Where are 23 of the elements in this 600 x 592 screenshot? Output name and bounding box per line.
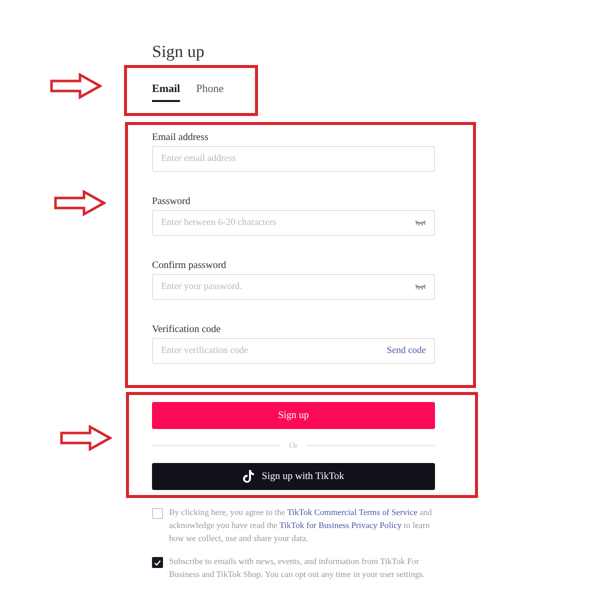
field-label: Password: [152, 196, 190, 207]
policy-link[interactable]: TikTok Commercial Terms of Service: [287, 507, 418, 517]
eye-closed-icon[interactable]: [415, 220, 426, 226]
divider-label: Or: [289, 440, 298, 450]
tab[interactable]: Phone: [196, 82, 224, 102]
arrow-icon: [50, 73, 102, 99]
consent-text: By clicking here, you agree to the TikTok Commercial Terms of Service and acknowledge you have read the TikTok for Business Privacy Policy to learn how we collect, use and share your data.: [169, 506, 433, 545]
field-label: Confirm password: [152, 260, 226, 271]
sign-up-button[interactable]: Sign up: [152, 402, 435, 429]
field-label: Verification code: [152, 324, 221, 335]
field-label: Email address: [152, 132, 208, 143]
arrow-icon: [54, 190, 106, 216]
music-note-icon: [242, 470, 254, 483]
policy-link[interactable]: TikTok for Business Privacy Policy: [279, 520, 402, 530]
eye-closed-icon[interactable]: [415, 284, 426, 290]
tiktok-sign-up-button[interactable]: Sign up with TikTok: [152, 463, 435, 490]
input-field[interactable]: Enter verification code Send code: [152, 338, 435, 364]
arrow-icon: [60, 425, 112, 451]
page-title: Sign up: [152, 42, 206, 63]
checkbox[interactable]: [152, 557, 163, 568]
tab[interactable]: Email: [152, 82, 180, 102]
send-code-link[interactable]: Send code: [386, 346, 426, 356]
consent-text: Subscribe to emails with news, events, and information from TikTok For Business and TikTok Shop. You can opt out any time in your user settings.: [169, 555, 426, 581]
